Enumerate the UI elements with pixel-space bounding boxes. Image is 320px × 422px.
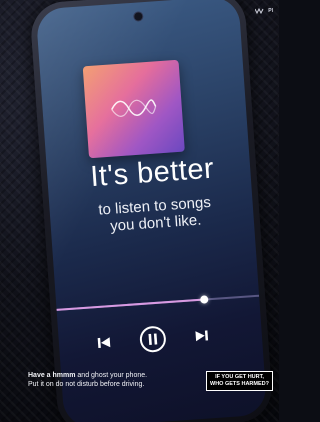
pause-button[interactable] [138, 324, 168, 354]
skip-previous-icon [97, 337, 111, 349]
progress-fill [56, 298, 205, 311]
skip-next-icon [195, 330, 209, 342]
brand-logos: Pl [255, 8, 273, 14]
slogan-badge: IF YOU GET HURT, WHO GETS HARMED? [206, 371, 273, 391]
caption-line-1: Have a hmmm and ghost your phone. [28, 371, 147, 380]
phone: It's better to listen to songs you don't… [29, 0, 274, 422]
previous-button[interactable] [97, 336, 112, 349]
caption: Have a hmmm and ghost your phone. Put it… [28, 371, 147, 389]
phone-screen: It's better to listen to songs you don't… [35, 0, 268, 422]
camera-icon [133, 12, 143, 21]
sound-wave-icon [111, 99, 157, 117]
caption-line-1-rest: and ghost your phone. [75, 372, 148, 379]
playback-controls [96, 320, 210, 358]
sponsor-label: Pl [268, 7, 273, 14]
ad-poster: Pl It's better to listen to songs you do… [0, 0, 279, 422]
badge-line-2: WHO GETS HARMED? [210, 381, 269, 387]
progress-thumb[interactable] [200, 295, 209, 304]
pause-circle-icon [139, 326, 166, 353]
caption-bold: Have a hmmm [28, 372, 76, 379]
progress-bar[interactable] [56, 294, 260, 311]
wave-logo-icon [255, 8, 264, 14]
album-art [82, 59, 185, 159]
caption-line-2: Put it on do not disturb before driving. [28, 381, 145, 388]
next-button[interactable] [194, 329, 209, 342]
badge-line-1: IF YOU GET HURT, [215, 374, 264, 380]
